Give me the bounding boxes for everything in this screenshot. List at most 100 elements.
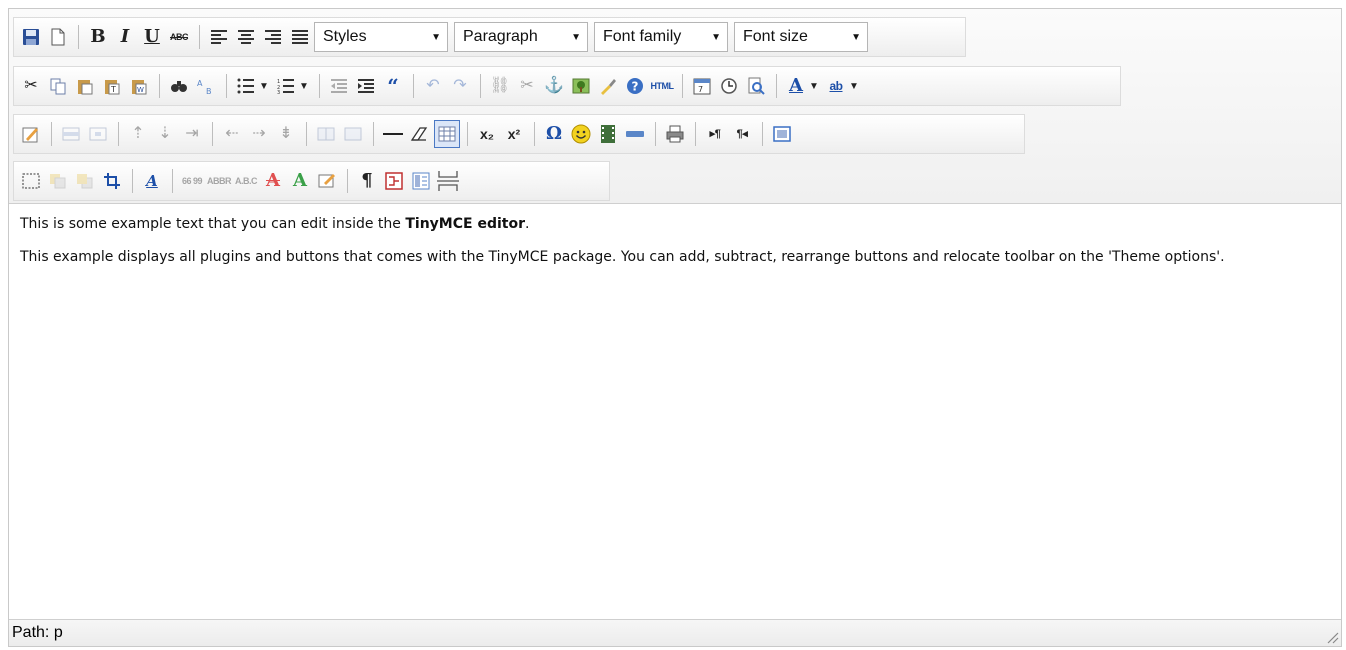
paragraph-1-end: . <box>524 216 530 232</box>
cleanup-icon[interactable] <box>595 72 621 100</box>
deletion-icon[interactable]: A <box>260 167 286 195</box>
save-icon[interactable] <box>18 23 44 51</box>
chevron-down-icon[interactable]: ▼ <box>299 81 309 92</box>
help-icon[interactable]: ? <box>622 72 648 100</box>
italic-button[interactable]: I <box>112 23 138 51</box>
merge-cells-icon[interactable] <box>340 120 366 148</box>
show-blocks-button[interactable]: ¶ <box>354 167 380 195</box>
delete-row-icon[interactable]: ⇥ <box>179 120 205 148</box>
cut-icon[interactable]: ✂ <box>18 72 44 100</box>
svg-text:?: ? <box>632 80 639 94</box>
absolute-position-icon[interactable] <box>99 167 125 195</box>
path-element-p[interactable]: p <box>54 624 63 642</box>
insert-layer-icon[interactable] <box>18 167 44 195</box>
rtl-button[interactable]: ¶◂ <box>729 120 755 148</box>
ltr-button[interactable]: ▸¶ <box>702 120 728 148</box>
move-forward-icon[interactable] <box>45 167 71 195</box>
new-document-icon[interactable] <box>45 23 71 51</box>
print-icon[interactable] <box>662 120 688 148</box>
abbreviation-button[interactable]: ABBR <box>206 167 232 195</box>
citation-button[interactable]: 66 99 <box>179 167 205 195</box>
advanced-hr-icon[interactable] <box>622 120 648 148</box>
table-row-props-icon[interactable] <box>58 120 84 148</box>
svg-text:B: B <box>206 87 212 95</box>
nonbreaking-space-icon[interactable] <box>381 167 407 195</box>
editor-content[interactable]: This is some example text that you can e… <box>9 204 1341 619</box>
blockquote-icon[interactable]: “ <box>380 72 406 100</box>
html-source-button[interactable]: HTML <box>649 72 675 100</box>
paragraph-2: This example displays all plugins and bu… <box>20 249 1225 265</box>
svg-text:A: A <box>197 79 203 88</box>
align-center-icon[interactable] <box>233 23 259 51</box>
align-justify-icon[interactable] <box>287 23 313 51</box>
preview-icon[interactable] <box>743 72 769 100</box>
insertion-icon[interactable]: A <box>287 167 313 195</box>
separator <box>413 74 414 98</box>
separator <box>51 122 52 146</box>
media-icon[interactable] <box>595 120 621 148</box>
separator <box>682 74 683 98</box>
copy-icon[interactable] <box>45 72 71 100</box>
link-icon[interactable]: ⛓ <box>487 72 513 100</box>
anchor-icon[interactable]: ⚓ <box>541 72 567 100</box>
separator <box>534 122 535 146</box>
chevron-down-icon[interactable]: ▼ <box>849 81 859 92</box>
paragraph-1: This is some example text that you can e… <box>20 214 1330 235</box>
visual-aid-icon[interactable] <box>434 120 460 148</box>
format-select[interactable]: Paragraph ▼ <box>454 22 588 52</box>
subscript-button[interactable]: x₂ <box>474 120 500 148</box>
chevron-down-icon[interactable]: ▼ <box>809 81 819 92</box>
font-family-select[interactable]: Font family ▼ <box>594 22 728 52</box>
insert-col-before-icon[interactable]: ⇠ <box>219 120 245 148</box>
background-color-button[interactable]: ab <box>823 72 849 100</box>
table-cell-props-icon[interactable] <box>85 120 111 148</box>
search-icon[interactable] <box>166 72 192 100</box>
font-size-select[interactable]: Font size ▼ <box>734 22 868 52</box>
template-icon[interactable] <box>408 167 434 195</box>
toolbar-row-1: B I U ABC Styles ▼ Paragraph ▼ Font fami… <box>13 17 966 57</box>
replace-icon[interactable]: AB <box>193 72 219 100</box>
align-right-icon[interactable] <box>260 23 286 51</box>
redo-icon[interactable]: ↷ <box>447 72 473 100</box>
special-char-button[interactable]: Ω <box>541 120 567 148</box>
paste-word-icon[interactable]: W <box>126 72 152 100</box>
align-left-icon[interactable] <box>206 23 232 51</box>
insert-row-after-icon[interactable]: ⇣ <box>152 120 178 148</box>
image-icon[interactable] <box>568 72 594 100</box>
chevron-down-icon: ▼ <box>851 31 861 43</box>
page-break-icon[interactable] <box>435 167 461 195</box>
table-edit-icon[interactable] <box>18 120 44 148</box>
styles-select[interactable]: Styles ▼ <box>314 22 448 52</box>
delete-col-icon[interactable]: ⇟ <box>273 120 299 148</box>
acronym-button[interactable]: A.B.C <box>233 167 259 195</box>
style-props-icon[interactable]: A <box>139 167 165 195</box>
undo-icon[interactable]: ↶ <box>420 72 446 100</box>
text-color-button[interactable]: A <box>783 72 809 100</box>
fullscreen-icon[interactable] <box>769 120 795 148</box>
separator <box>118 122 119 146</box>
separator <box>695 122 696 146</box>
split-cells-icon[interactable] <box>313 120 339 148</box>
insert-col-after-icon[interactable]: ⇢ <box>246 120 272 148</box>
move-backward-icon[interactable] <box>72 167 98 195</box>
underline-button[interactable]: U <box>139 23 165 51</box>
numbered-list-icon[interactable]: 123 <box>273 72 299 100</box>
superscript-button[interactable]: x² <box>501 120 527 148</box>
insert-row-before-icon[interactable]: ⇡ <box>125 120 151 148</box>
paste-icon[interactable] <box>72 72 98 100</box>
chevron-down-icon[interactable]: ▼ <box>259 81 269 92</box>
unlink-icon[interactable]: ✂ <box>514 72 540 100</box>
outdent-icon[interactable] <box>326 72 352 100</box>
remove-format-icon[interactable] <box>407 120 433 148</box>
emotions-icon[interactable] <box>568 120 594 148</box>
paste-text-icon[interactable]: T <box>99 72 125 100</box>
strikethrough-button[interactable]: ABC <box>166 23 192 51</box>
bullet-list-icon[interactable] <box>233 72 259 100</box>
resize-handle-icon[interactable] <box>1325 630 1339 644</box>
insert-time-icon[interactable] <box>716 72 742 100</box>
attributes-icon[interactable] <box>314 167 340 195</box>
insert-date-icon[interactable]: 7 <box>689 72 715 100</box>
horizontal-rule-icon[interactable] <box>380 120 406 148</box>
bold-button[interactable]: B <box>85 23 111 51</box>
indent-icon[interactable] <box>353 72 379 100</box>
